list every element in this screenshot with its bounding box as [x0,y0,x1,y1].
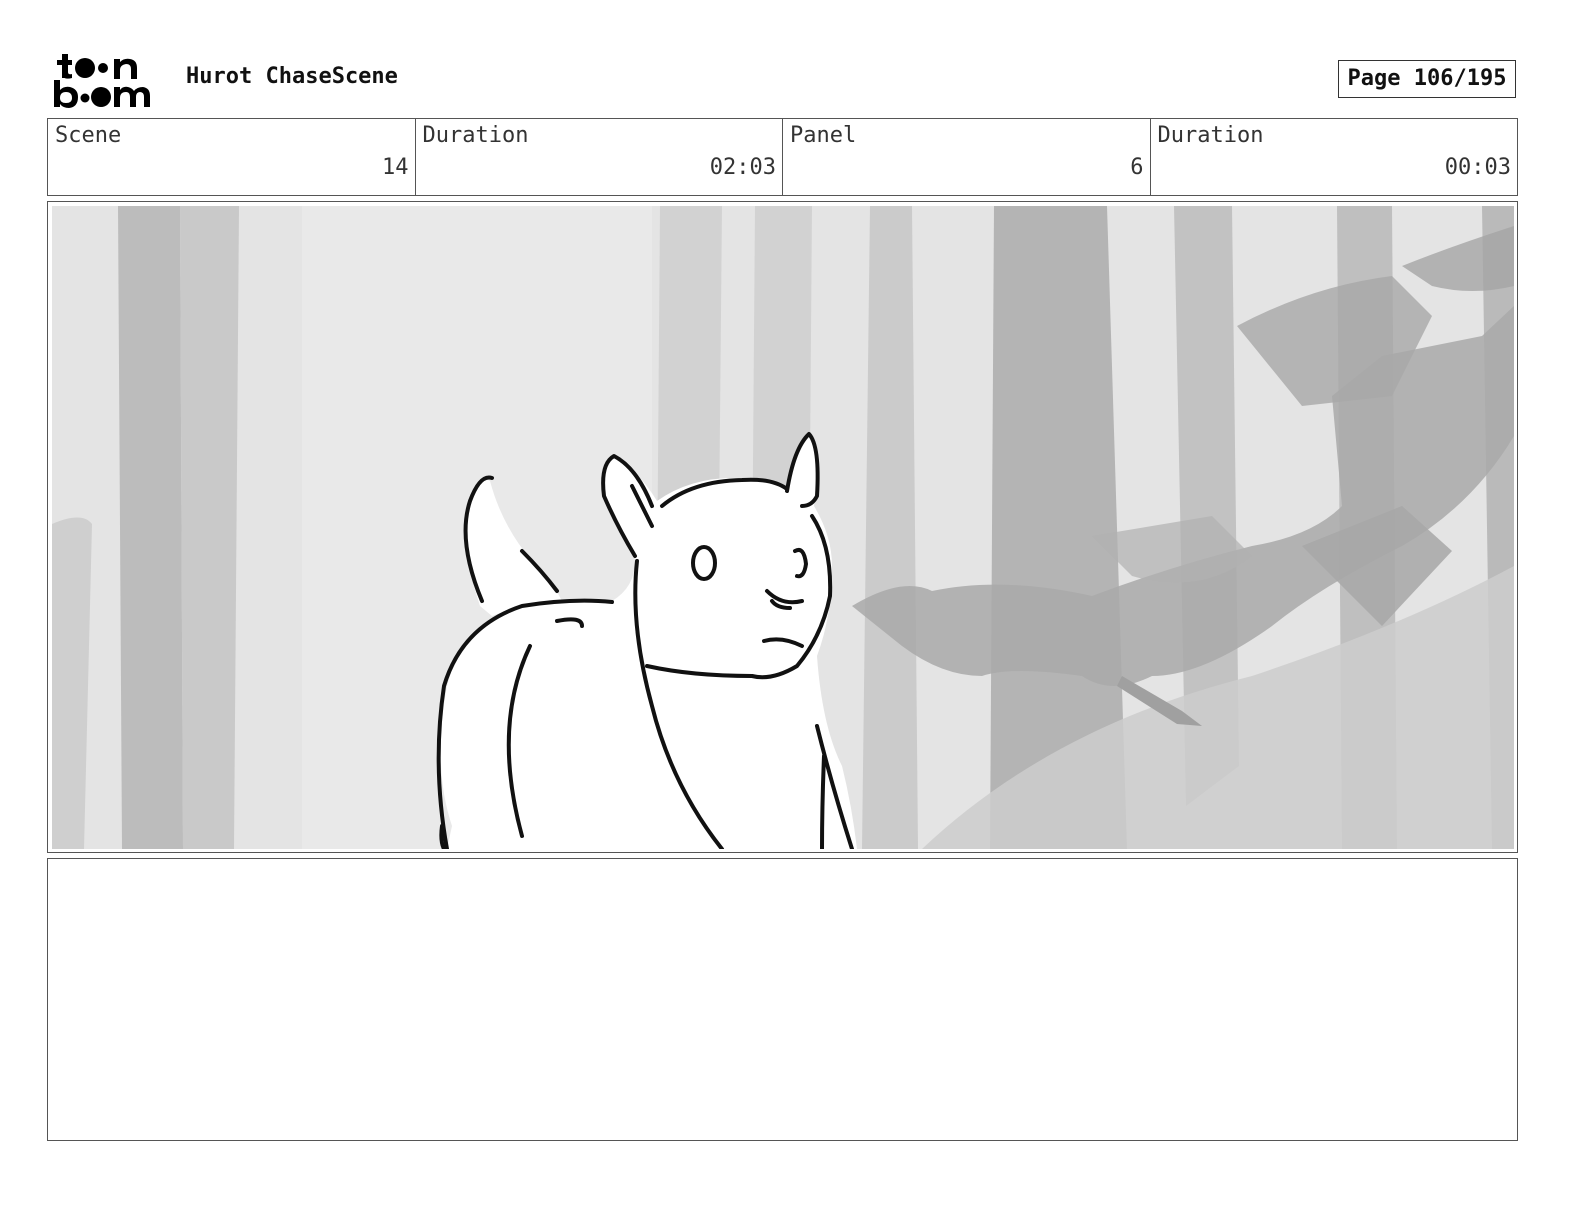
toon-boom-logo-mark [54,54,150,108]
panel-duration-label: Duration [1157,123,1264,148]
scene-duration-value: 02:03 [709,155,776,180]
project-title: Hurot ChaseScene [186,64,398,89]
panel-notes-area [47,858,1518,1141]
panel-duration-cell: Duration 00:03 [1151,119,1518,195]
scene-duration-label: Duration [422,123,529,148]
scene-value: 14 [382,155,409,180]
scene-duration-cell: Duration 02:03 [416,119,783,195]
tree-trunk [862,206,918,849]
page-indicator: Page 106/195 [1338,60,1516,98]
tree-trunk [118,206,183,849]
forest-creature-sketch [52,206,1514,849]
panel-label: Panel [790,123,857,148]
scene-cell: Scene 14 [48,119,416,195]
panel-cell: Panel 6 [783,119,1151,195]
tree-trunk [180,206,239,849]
scene-label: Scene [55,123,122,148]
scene-info-row: Scene 14 Duration 02:03 Panel 6 Duration… [47,118,1518,196]
storyboard-panel [47,201,1518,853]
toon-boom-logo [52,50,164,112]
panel-value: 6 [1130,155,1144,180]
panel-duration-value: 00:03 [1444,155,1511,180]
